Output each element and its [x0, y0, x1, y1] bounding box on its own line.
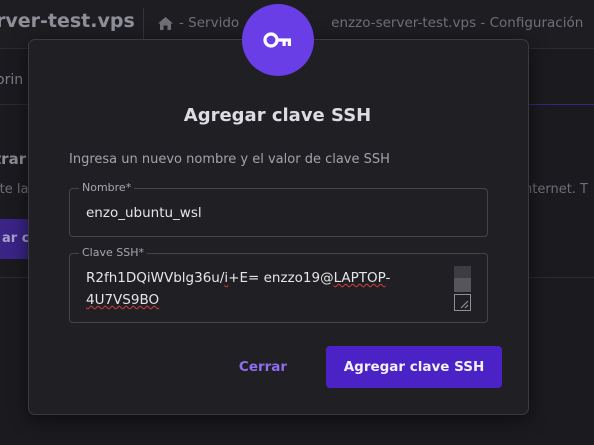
section-heading: trar	[0, 150, 27, 168]
name-input[interactable]: enzo_ubuntu_wsl	[86, 205, 202, 221]
section-description: ite la	[0, 182, 29, 197]
key-icon	[263, 32, 291, 48]
name-field[interactable]: Nombre* enzo_ubuntu_wsl	[69, 181, 488, 237]
close-button[interactable]: Cerrar	[227, 346, 299, 388]
ssh-key-text: 4U7VS9BO	[86, 292, 160, 308]
breadcrumb-servers[interactable]: - Servido	[179, 15, 239, 31]
dialog-title: Agregar clave SSH	[183, 105, 372, 126]
ssh-key-textarea[interactable]: R2fh1DQiWVblg36u/i+E= enzzo19@LAPTOP- 4U…	[86, 267, 446, 311]
ssh-key-text: R2fh1DQiWVblg36u/	[86, 270, 225, 286]
server-title: rver-test.vps	[0, 10, 135, 32]
header-divider	[143, 8, 144, 40]
scrollbar-thumb[interactable]	[454, 278, 471, 292]
breadcrumb: - Servido enzzo-server-test.vps - Config…	[158, 15, 583, 31]
ssh-key-text: -	[385, 270, 391, 286]
tab-partial[interactable]: orin	[0, 72, 23, 88]
dialog-description: Ingresa un nuevo nombre y el valor de cl…	[69, 152, 390, 167]
section-description-tail: nternet. T	[524, 182, 588, 197]
tab-indicator	[527, 104, 594, 105]
ssh-key-text: +E= enzzo19@	[228, 270, 334, 286]
ssh-key-text: LAPTOP	[333, 270, 386, 286]
resize-handle-icon[interactable]	[454, 294, 471, 311]
breadcrumb-current: enzzo-server-test.vps - Configuración	[331, 15, 584, 31]
textarea-scrollbar[interactable]	[454, 266, 471, 311]
add-ssh-key-button[interactable]: Agregar clave SSH	[326, 346, 502, 388]
add-key-page-button[interactable]: ar cl	[0, 219, 30, 259]
ssh-key-field-label: Clave SSH*	[79, 246, 147, 260]
home-icon[interactable]	[158, 16, 173, 30]
dialog-icon-badge	[242, 4, 314, 76]
name-field-label: Nombre*	[79, 181, 135, 195]
ssh-key-field[interactable]: Clave SSH* R2fh1DQiWVblg36u/i+E= enzzo19…	[69, 246, 488, 323]
